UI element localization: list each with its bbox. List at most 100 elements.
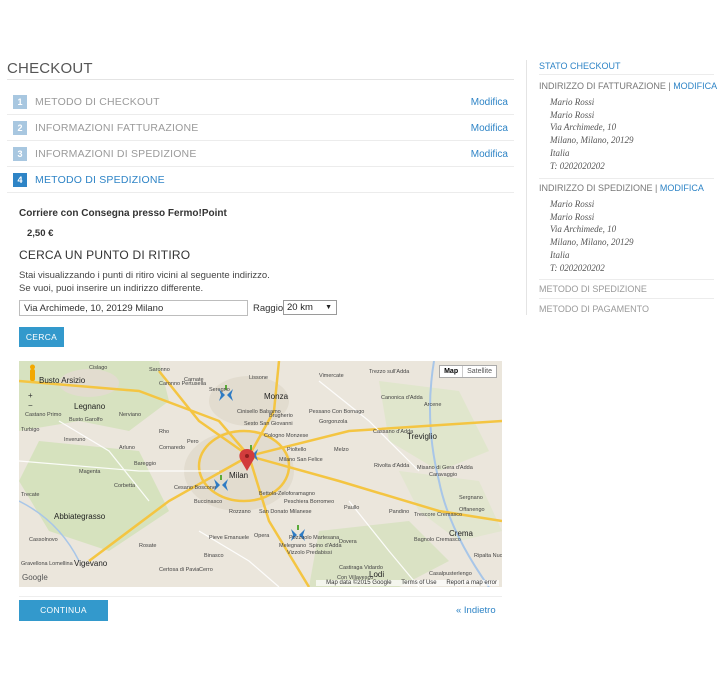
map-data-credit: Map data ©2015 Google [326,580,392,586]
edit-link[interactable]: Modifica [471,123,508,134]
shipping-address-label: INDIRIZZO DI SPEDIZIONE [539,183,653,193]
sidebar-divider [526,60,527,315]
map-place-label: Bagnolo Cremasco [414,537,461,543]
map-toggle-map[interactable]: Map [440,366,462,377]
map-place-label: Trecate [21,492,39,498]
map-place-label: Certosa di Pavia [159,567,200,573]
map-place-label: Pessano Con Bornago [309,409,364,415]
terms-link[interactable]: Terms of Use [401,580,436,586]
sidebar-title: STATO CHECKOUT [539,61,621,71]
map-place-label: Opera [254,533,270,539]
pickup-map[interactable]: Busto Arsizio Saronno Cislago Carnate Lisson… [19,361,502,587]
map-place-label: Cislago [89,365,107,371]
step-shipping-method: 4 METODO DI SPEDIZIONE [7,167,514,193]
map-place-label: Cesano Boscone [174,485,216,491]
continue-button[interactable]: CONTINUA [19,600,108,621]
map-place-label: Bareggio [134,461,156,467]
map-place-label: Sergnano [459,495,483,501]
radius-select[interactable]: 20 km ▼ [283,300,337,315]
map-place-label: Trezzo sull'Adda [369,369,410,375]
pickup-info-line1: Stai visualizzando i punti di ritiro vic… [19,270,270,281]
map-place-label: Gravellona Lomellina [21,561,74,567]
address-line: Mario Rossi [550,109,595,120]
report-error-link[interactable]: Report a map error [446,580,497,586]
map-place-label: Arcene [424,402,441,408]
map-place-label: Casalpusterlengo [429,571,472,577]
map-canvas[interactable]: Busto ArsizioSaronnoCislagoCarnate Lisson… [19,361,502,587]
map-place-label: Monza [264,392,289,401]
footer-divider [19,596,502,597]
shipping-price: 2,50 € [27,228,54,239]
map-place-label: Rozzano [229,509,251,515]
map-place-label: Nerviano [119,412,141,418]
step-billing-info[interactable]: 2 INFORMAZIONI FATTURAZIONE Modifica [7,115,514,141]
step-checkout-method[interactable]: 1 METODO DI CHECKOUT Modifica [7,89,514,115]
sidebar-rule [539,279,714,280]
step-number: 3 [13,147,27,161]
edit-link[interactable]: Modifica [471,97,508,108]
map-footer: Map data ©2015 Google Terms of Use Repor… [316,580,499,586]
map-place-label: Castiraga Vidardo [339,565,383,571]
edit-link[interactable]: Modifica [471,149,508,160]
map-place-label: Treviglio [407,432,437,441]
map-place-label: Cornaredo [159,445,185,451]
zoom-controls[interactable]: + − [28,391,33,411]
shipping-address-heading: INDIRIZZO DI SPEDIZIONE | MODIFICA [539,183,704,193]
map-place-label: San Donato Milanese [259,509,312,515]
step-label: METODO DI SPEDIZIONE [35,174,165,186]
map-place-label: Rho [159,429,169,435]
address-line: T: 0202020202 [550,262,605,273]
map-place-label: Spino d'Adda [309,543,342,549]
map-place-label: Vizzolo Predabissi [287,550,332,556]
map-place-label: Melzo [334,447,349,453]
map-place-label: Cassolnovo [29,537,58,543]
search-button[interactable]: CERCA [19,327,64,347]
shipping-edit-link[interactable]: MODIFICA [660,183,704,193]
map-type-toggle[interactable]: Map Satellite [439,365,497,378]
address-line: Mario Rossi [550,97,595,107]
map-place-label: Arluno [119,445,135,451]
radius-label: Raggio [253,303,284,314]
address-line: Milano, Milano, 20129 [550,135,634,146]
zoom-out-button[interactable]: − [28,401,33,411]
step-label[interactable]: INFORMAZIONI FATTURAZIONE [35,122,198,134]
step-label[interactable]: INFORMAZIONI DI SPEDIZIONE [35,148,197,160]
sidebar-payment-method: METODO DI PAGAMENTO [539,304,650,314]
map-place-label: Ripalta Nuova [474,553,502,559]
map-place-label: Offanengo [459,507,485,513]
address-input[interactable] [19,300,248,316]
map-place-label: Lissone [249,375,268,381]
map-place-label: Trescore Cremasco [414,512,462,518]
map-place-label: Castano Primo [25,412,61,418]
zoom-in-button[interactable]: + [28,391,33,401]
carrier-name: Corriere con Consegna presso Fermo!Point [19,208,227,219]
map-place-label: Corbetta [114,483,136,489]
radius-value: 20 km [287,302,313,313]
map-toggle-satellite[interactable]: Satellite [462,366,496,377]
map-place-label: Pozzuolo Martesana [289,535,340,541]
map-place-label: Cologno Monzese [264,433,308,439]
step-shipping-info[interactable]: 3 INFORMAZIONI DI SPEDIZIONE Modifica [7,141,514,167]
sidebar-rule [539,74,714,75]
map-place-label: Seregno [209,387,230,393]
pickup-info-line2: Se vuoi, puoi inserire un indirizzo diff… [19,283,204,294]
map-place-label: Misano di Gera d'Adda [417,465,474,471]
map-place-label: Vigevano [74,559,108,568]
map-place-label: Vimercate [319,373,344,379]
map-place-label: Caravaggio [429,472,457,478]
map-place-label: Binasco [204,553,224,559]
map-place-label: Busto Arsizio [39,376,86,385]
back-link[interactable]: « Indietro [456,605,496,616]
map-place-label: Inveruno [64,437,85,443]
map-place-label: Abbiategrasso [54,512,106,521]
map-place-label: Magenta [79,469,101,475]
sidebar-shipping-method: METODO DI SPEDIZIONE [539,284,647,294]
map-place-label: Bettola-Zeloforamagno [259,491,315,497]
sidebar-rule [539,298,714,299]
map-place-label: Brugherio [269,413,293,419]
step-label[interactable]: METODO DI CHECKOUT [35,96,160,108]
billing-edit-link[interactable]: MODIFICA [673,81,717,91]
map-place-label: Dovera [339,539,358,545]
map-place-label: Rivolta d'Adda [374,463,410,469]
map-place-label: Pieve Emanuele [209,535,249,541]
